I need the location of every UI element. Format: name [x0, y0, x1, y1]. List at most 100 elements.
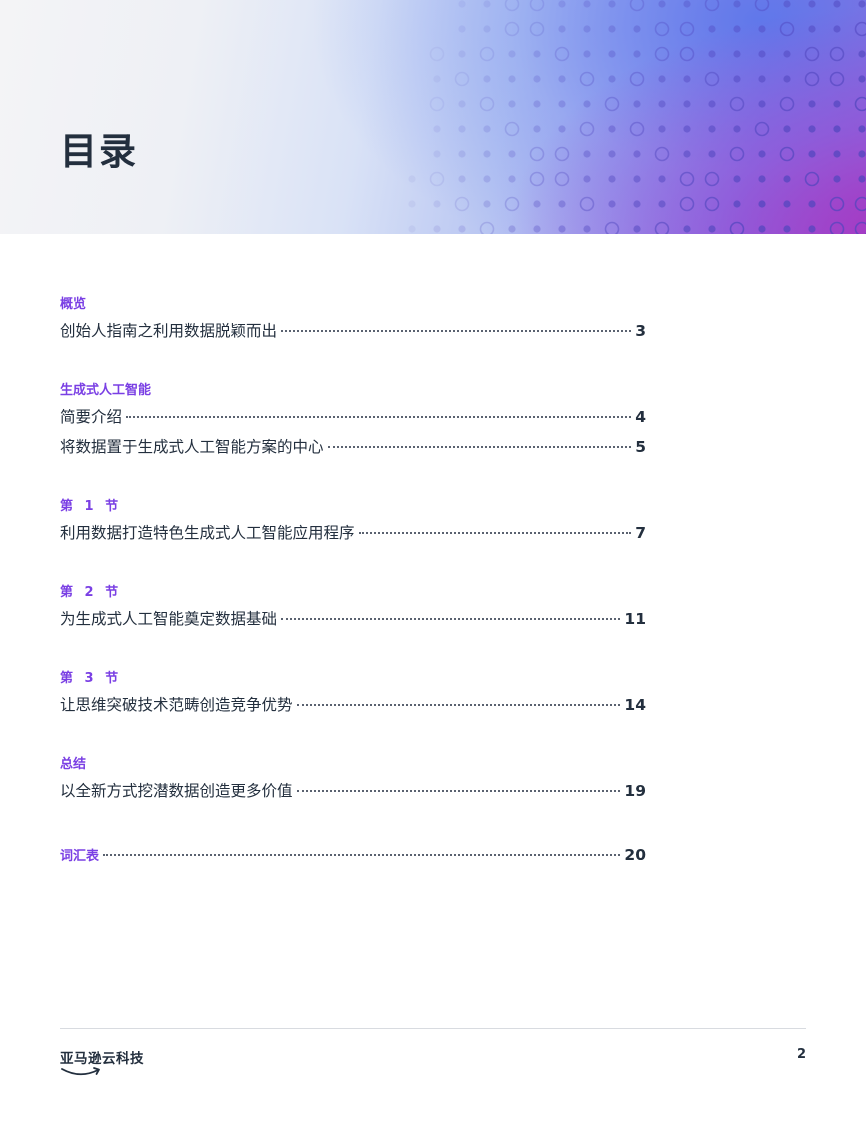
pattern-dot [658, 125, 666, 133]
pattern-ring [554, 46, 570, 62]
pattern-dot [483, 150, 491, 158]
dot-leader [296, 790, 621, 792]
pattern-ring [704, 71, 720, 87]
pattern-dot [658, 175, 666, 183]
pattern-ring [629, 121, 645, 137]
pattern-ring [429, 171, 445, 187]
pattern-ring [629, 0, 645, 12]
pattern-dot [483, 200, 491, 208]
pattern-dot [533, 225, 541, 233]
pattern-dot [608, 75, 616, 83]
pattern-ring [679, 171, 695, 187]
brand-logo-text: 亚马逊云科技 [60, 1051, 144, 1067]
pattern-dot [858, 175, 866, 183]
pattern-dot [783, 0, 791, 8]
pattern-dot [583, 150, 591, 158]
pattern-dot [558, 75, 566, 83]
pattern-dot [633, 200, 641, 208]
pattern-ring [579, 121, 595, 137]
pattern-dot [583, 25, 591, 33]
pattern-dot [558, 225, 566, 233]
entry-title: 利用数据打造特色生成式人工智能应用程序 [60, 524, 355, 542]
pattern-dot [708, 125, 716, 133]
pattern-ring [704, 171, 720, 187]
toc-section-3: 第 3 节 让思维突破技术范畴创造竞争优势 14 [60, 668, 646, 720]
pattern-dot [608, 125, 616, 133]
dot-leader [103, 854, 621, 856]
pattern-dot [633, 150, 641, 158]
pattern-dot [833, 0, 841, 8]
pattern-dot [608, 25, 616, 33]
pattern-ring [729, 221, 745, 234]
pattern-dot [458, 150, 466, 158]
pattern-dot [658, 0, 666, 8]
toc-entry[interactable]: 简要介绍 4 [60, 402, 646, 432]
pattern-dot [733, 25, 741, 33]
footer-divider [60, 1028, 806, 1029]
pattern-dot [833, 125, 841, 133]
pattern-dot [558, 25, 566, 33]
entry-page: 4 [635, 408, 646, 426]
entry-page: 3 [635, 322, 646, 340]
pattern-dot [458, 0, 466, 8]
toc-entry[interactable]: 创始人指南之利用数据脱颖而出 3 [60, 316, 646, 346]
pattern-dot [708, 150, 716, 158]
pattern-dot [508, 225, 516, 233]
pattern-ring [829, 46, 845, 62]
toc-entry-glossary[interactable]: 词汇表 20 [60, 840, 646, 870]
pattern-dot [733, 200, 741, 208]
section-label: 总结 [60, 757, 87, 772]
pattern-ring [679, 196, 695, 212]
pattern-dot [458, 175, 466, 183]
pattern-ring [454, 71, 470, 87]
pattern-dot [708, 25, 716, 33]
pattern-dot [733, 50, 741, 58]
dot-leader [327, 446, 632, 448]
pattern-ring [554, 171, 570, 187]
pattern-ring [504, 0, 520, 12]
section-label: 生成式人工智能 [60, 383, 152, 398]
pattern-ring [579, 71, 595, 87]
toc-section-genai: 生成式人工智能 简要介绍 4 将数据置于生成式人工智能方案的中心 5 [60, 380, 646, 462]
entry-title: 简要介绍 [60, 408, 123, 426]
pattern-dot [758, 150, 766, 158]
entry-title: 为生成式人工智能奠定数据基础 [60, 610, 278, 628]
pattern-dot [858, 0, 866, 8]
pattern-ring [779, 21, 795, 37]
toc-entry[interactable]: 将数据置于生成式人工智能方案的中心 5 [60, 432, 646, 462]
toc-section-2: 第 2 节 为生成式人工智能奠定数据基础 11 [60, 582, 646, 634]
pattern-dot [508, 175, 516, 183]
pattern-dot [433, 125, 441, 133]
entry-page: 7 [635, 524, 646, 542]
toc-entry[interactable]: 利用数据打造特色生成式人工智能应用程序 7 [60, 518, 646, 548]
section-label: 第 2 节 [60, 585, 119, 600]
toc-entry[interactable]: 以全新方式挖潜数据创造更多价值 19 [60, 776, 646, 806]
pattern-ring [829, 196, 845, 212]
pattern-dot [433, 225, 441, 233]
pattern-dot [858, 75, 866, 83]
pattern-dot [458, 125, 466, 133]
pattern-dot [458, 225, 466, 233]
pattern-dot [833, 150, 841, 158]
pattern-dot [658, 75, 666, 83]
entry-page: 20 [624, 846, 646, 864]
page-title: 目录 [60, 130, 138, 173]
pattern-dot [758, 200, 766, 208]
pattern-dot [533, 125, 541, 133]
pattern-dot [483, 0, 491, 8]
pattern-ring [779, 146, 795, 162]
pattern-dot [483, 75, 491, 83]
pattern-dot [808, 100, 816, 108]
pattern-dot [483, 125, 491, 133]
pattern-ring [554, 146, 570, 162]
pattern-dot [583, 175, 591, 183]
pattern-ring [579, 196, 595, 212]
toc-entry[interactable]: 让思维突破技术范畴创造竞争优势 14 [60, 690, 646, 720]
glossary-label: 词汇表 [60, 849, 100, 864]
toc-entry[interactable]: 为生成式人工智能奠定数据基础 11 [60, 604, 646, 634]
pattern-ring [529, 0, 545, 12]
pattern-ring [429, 46, 445, 62]
pattern-dot [708, 100, 716, 108]
pattern-ring [704, 0, 720, 12]
pattern-ring [854, 221, 866, 234]
